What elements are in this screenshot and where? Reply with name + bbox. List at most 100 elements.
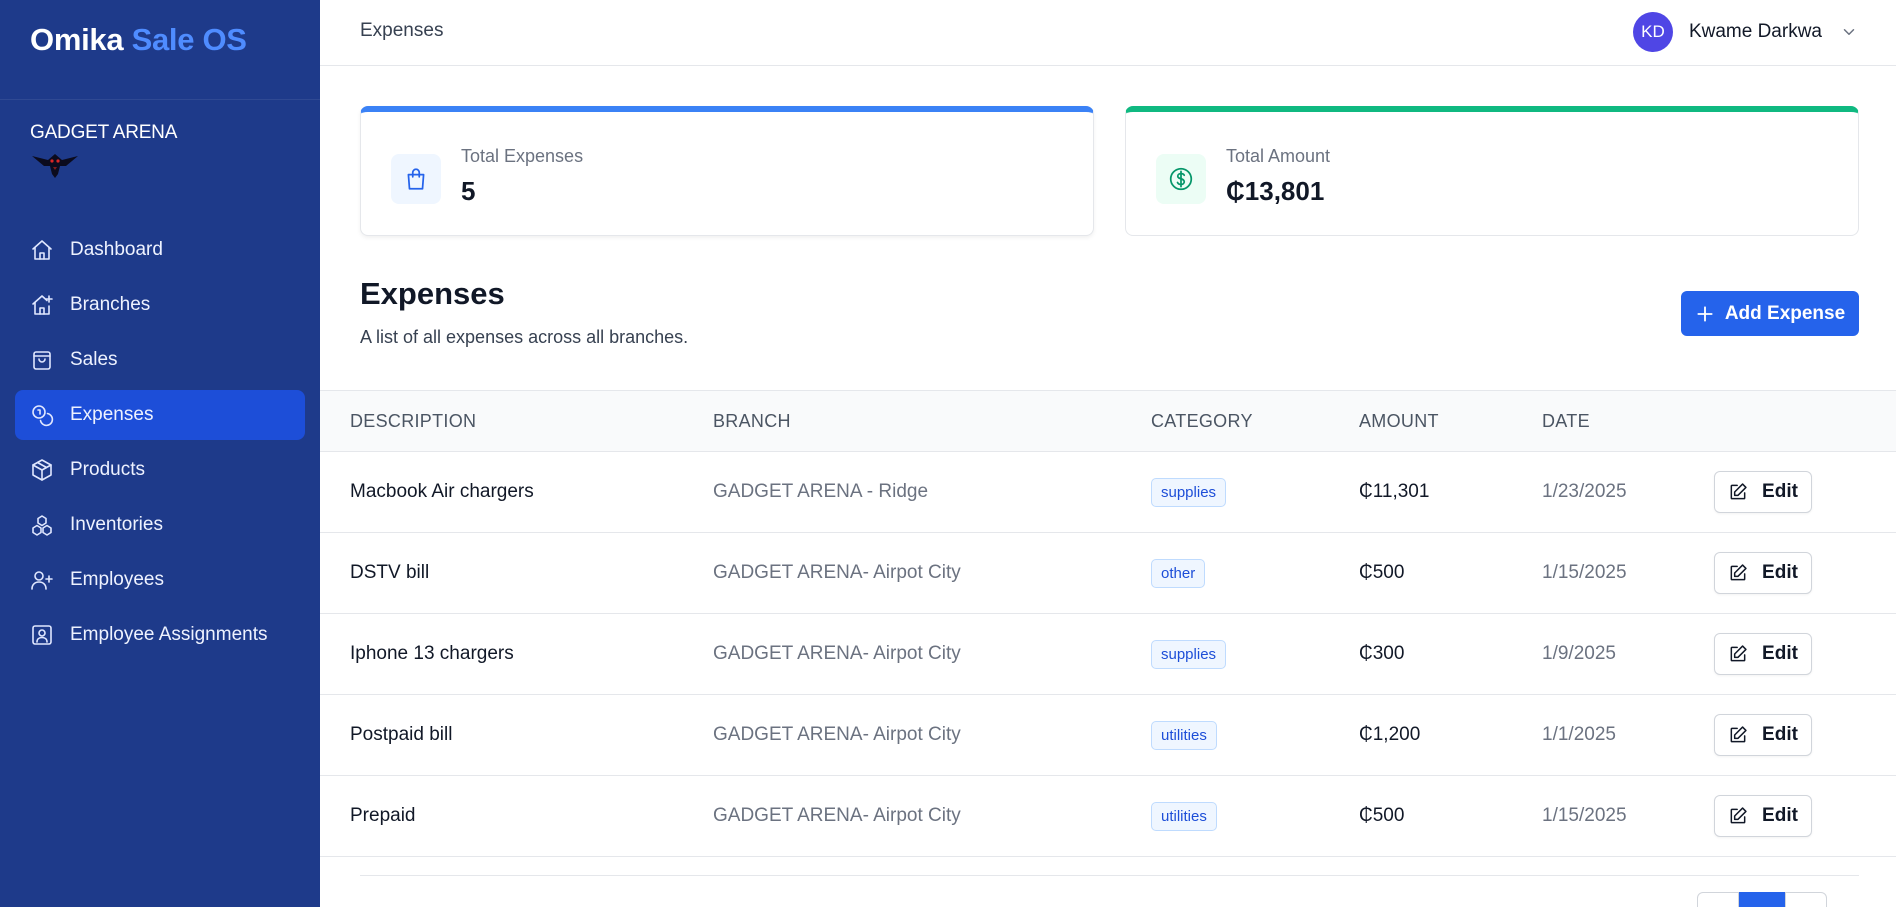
sidebar-item-sales[interactable]: Sales <box>15 335 305 385</box>
cell-description: Postpaid bill <box>350 724 453 745</box>
column-header-description[interactable]: DESCRIPTION <box>350 411 476 432</box>
sidebar-item-label: Employees <box>70 569 164 590</box>
edit-label: Edit <box>1762 481 1798 502</box>
shopping-bag-icon <box>407 168 425 190</box>
expenses-table: DESCRIPTION BRANCH CATEGORY AMOUNT DATE … <box>320 390 1896 857</box>
cell-description: Macbook Air chargers <box>350 481 534 502</box>
edit-icon <box>1730 807 1747 824</box>
edit-icon <box>1730 564 1747 581</box>
edit-label: Edit <box>1762 562 1798 583</box>
category-badge: supplies <box>1151 639 1227 669</box>
sidebar-item-label: Products <box>70 459 145 480</box>
app-logo[interactable]: Omika Sale OS <box>0 0 320 100</box>
cell-amount: ₵11,301 <box>1359 481 1430 502</box>
category-badge: supplies <box>1151 477 1227 507</box>
breadcrumb: Expenses <box>360 20 444 41</box>
organization-name: GADGET ARENA <box>30 122 178 143</box>
app-name-accent: Sale OS <box>131 22 247 57</box>
sidebar-item-products[interactable]: Products <box>15 445 305 495</box>
cell-branch: GADGET ARENA- Airpot City <box>713 643 961 664</box>
cell-amount: ₵500 <box>1359 562 1405 583</box>
avatar: KD <box>1632 12 1673 52</box>
edit-label: Edit <box>1762 805 1798 826</box>
add-expense-button[interactable]: Add Expense <box>1681 291 1859 336</box>
sidebar-item-employee-assignments[interactable]: Employee Assignments <box>15 610 305 660</box>
edit-icon <box>1730 645 1747 662</box>
sidebar-item-employees[interactable]: Employees <box>15 555 305 605</box>
category-badge: utilities <box>1151 720 1217 750</box>
chevron-down-icon <box>1843 29 1855 35</box>
cell-date: 1/15/2025 <box>1542 562 1627 583</box>
edit-icon <box>1730 726 1747 743</box>
cell-date: 1/1/2025 <box>1542 724 1616 745</box>
organization-block: GADGET ARENA <box>0 100 320 225</box>
edit-icon <box>1730 483 1747 500</box>
sidebar-item-expenses[interactable]: Expenses <box>15 390 305 440</box>
cell-amount: ₵500 <box>1359 805 1405 826</box>
column-header-branch[interactable]: BRANCH <box>713 411 791 432</box>
stat-value: ₵13,801 <box>1226 176 1325 206</box>
app-name-primary: Omika <box>30 22 124 57</box>
sidebar-nav: Dashboard Branches Sales Expenses Produc… <box>0 225 320 660</box>
cell-category: utilities <box>1151 695 1217 775</box>
sidebar-item-label: Dashboard <box>70 239 163 260</box>
edit-button[interactable]: Edit <box>1714 714 1812 756</box>
box-icon <box>32 459 52 481</box>
user-plus-icon <box>31 571 53 590</box>
table-row: Prepaid GADGET ARENA- Airpot City utilit… <box>320 776 1896 857</box>
home-icon <box>32 240 52 260</box>
cell-actions: Edit <box>1714 614 1812 694</box>
top-header: Expenses KD Kwame Darkwa <box>320 0 1896 66</box>
cell-actions: Edit <box>1714 452 1812 532</box>
cell-category: supplies <box>1151 614 1227 694</box>
edit-label: Edit <box>1762 643 1798 664</box>
cell-description: DSTV bill <box>350 562 430 583</box>
stat-label: Total Expenses <box>461 146 584 166</box>
sidebar-item-branches[interactable]: Branches <box>15 280 305 330</box>
table-row: Macbook Air chargers GADGET ARENA - Ridg… <box>320 452 1896 533</box>
sidebar-item-label: Expenses <box>70 404 154 425</box>
sidebar-item-inventories[interactable]: Inventories <box>15 500 305 550</box>
column-header-category[interactable]: CATEGORY <box>1151 411 1253 432</box>
page-subtitle: A list of all expenses across all branch… <box>360 327 689 347</box>
pagination-next-button[interactable] <box>1785 892 1827 907</box>
page-title: Expenses <box>360 276 505 311</box>
sidebar-item-label: Sales <box>70 349 118 370</box>
cell-date: 1/23/2025 <box>1542 481 1627 502</box>
cell-branch: GADGET ARENA- Airpot City <box>713 562 961 583</box>
cell-date: 1/15/2025 <box>1542 805 1627 826</box>
edit-button[interactable]: Edit <box>1714 552 1812 594</box>
category-badge: other <box>1151 558 1206 588</box>
stat-card-total-expenses: Total Expenses 5 <box>360 106 1094 236</box>
cell-branch: GADGET ARENA - Ridge <box>713 481 929 502</box>
table-row: Postpaid bill GADGET ARENA- Airpot City … <box>320 695 1896 776</box>
stat-value: 5 <box>461 176 476 206</box>
branch-icon <box>32 295 53 315</box>
table-row: DSTV bill GADGET ARENA- Airpot City othe… <box>320 533 1896 614</box>
edit-button[interactable]: Edit <box>1714 633 1812 675</box>
pagination-previous-button[interactable] <box>1697 892 1739 907</box>
user-menu[interactable]: KD Kwame Darkwa <box>1632 12 1858 52</box>
cell-description: Iphone 13 chargers <box>350 643 514 664</box>
cell-actions: Edit <box>1714 695 1812 775</box>
column-header-amount[interactable]: AMOUNT <box>1359 411 1439 432</box>
stat-label: Total Amount <box>1226 146 1331 166</box>
coins-icon <box>32 405 54 427</box>
add-expense-label: Add Expense <box>1724 302 1846 324</box>
cell-actions: Edit <box>1714 533 1812 613</box>
table-header: DESCRIPTION BRANCH CATEGORY AMOUNT DATE <box>320 390 1896 452</box>
cell-category: other <box>1151 533 1206 613</box>
edit-button[interactable]: Edit <box>1714 471 1812 513</box>
id-card-icon <box>32 625 52 645</box>
sidebar: Omika Sale OS GADGET ARENA Dashboard Bra… <box>0 0 320 907</box>
pagination-current-page[interactable] <box>1739 892 1785 907</box>
edit-button[interactable]: Edit <box>1714 795 1812 837</box>
cell-category: supplies <box>1151 452 1227 532</box>
stat-card-total-amount: Total Amount ₵13,801 <box>1125 106 1859 236</box>
shopping-bag-icon <box>33 351 51 370</box>
category-badge: utilities <box>1151 801 1217 831</box>
cell-branch: GADGET ARENA- Airpot City <box>713 805 961 826</box>
column-header-date[interactable]: DATE <box>1542 411 1590 432</box>
sidebar-item-dashboard[interactable]: Dashboard <box>15 225 305 275</box>
sidebar-item-label: Inventories <box>70 514 163 535</box>
